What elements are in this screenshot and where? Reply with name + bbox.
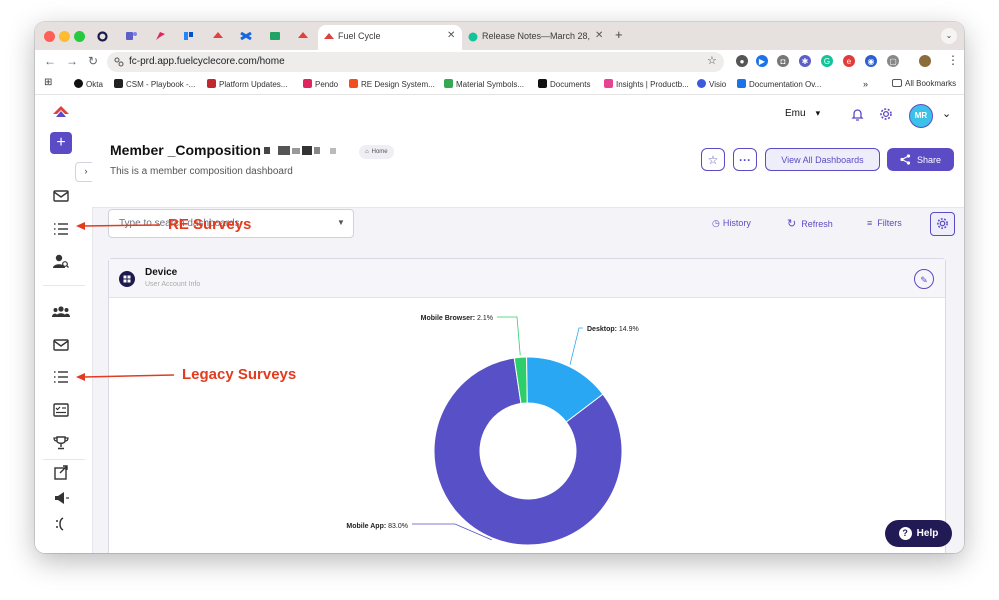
annotation-arrowhead	[76, 222, 85, 230]
annotation-legacy-surveys: Legacy Surveys	[182, 366, 297, 383]
annotation-arrowhead	[76, 373, 85, 381]
annotation-arrow	[83, 374, 175, 378]
annotation-re-surveys: RE Surveys	[168, 216, 252, 233]
annotation-arrow	[83, 224, 161, 227]
annotation-layer	[76, 222, 175, 381]
